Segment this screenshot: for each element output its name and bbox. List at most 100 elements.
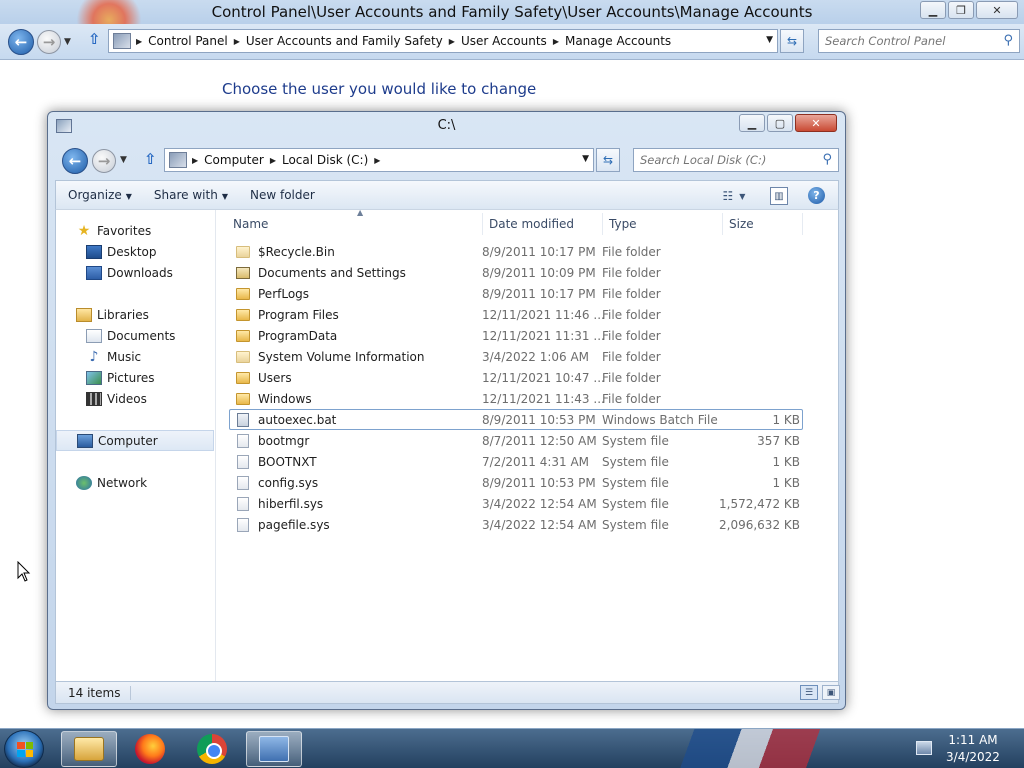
nav-network[interactable]: Network [56,472,214,493]
breadcrumb-local-disk[interactable]: Local Disk (C:) [278,153,372,167]
file-row[interactable]: pagefile.sys 3/4/2022 12:54 AM System file… [229,514,803,535]
file-type: System file [602,475,669,490]
chevron-right-icon[interactable]: ▶ [232,37,242,46]
column-header-date-modified[interactable]: Date modified [483,213,603,235]
file-icon [237,454,249,469]
column-header-name[interactable]: Name ▲ [227,208,483,235]
nav-documents[interactable]: Documents [56,325,214,346]
file-type: File folder [602,244,661,259]
file-type: File folder [602,307,661,322]
refresh-button[interactable]: ⇆ [596,148,620,172]
start-button[interactable] [4,730,44,768]
file-row[interactable]: PerfLogs 8/9/2011 10:17 PM File folder [229,283,803,304]
explorer-search-box[interactable]: ⚲ [633,148,839,172]
close-button[interactable]: ✕ [976,1,1018,19]
file-name: BOOTNXT [258,454,317,469]
network-tray-icon[interactable] [916,741,932,755]
file-date-modified: 3/4/2022 1:06 AM [482,349,590,364]
batch-file-icon [237,412,249,427]
refresh-button[interactable]: ⇆ [780,29,804,53]
nav-pictures[interactable]: Pictures [56,367,214,388]
breadcrumb-control-panel[interactable]: Control Panel [144,34,232,48]
file-row[interactable]: hiberfil.sys 3/4/2022 12:54 AM System file… [229,493,803,514]
chevron-right-icon[interactable]: ▶ [551,37,561,46]
file-type: System file [602,433,669,448]
column-header-size[interactable]: Size [723,213,803,235]
breadcrumb-user-accounts[interactable]: User Accounts [457,34,551,48]
taskbar-windows-explorer[interactable] [61,731,117,767]
file-row[interactable]: bootmgr 8/7/2011 12:50 AM System file 357 K… [229,430,803,451]
system-clock[interactable]: 1:11 AM 3/4/2022 [940,732,1006,766]
explorer-address-box[interactable]: ▶ Computer ▶ Local Disk (C:) ▶ ▼ [164,148,594,172]
file-row[interactable]: autoexec.bat 8/9/2011 10:53 PM Windows Bat… [229,409,803,430]
nav-favorites[interactable]: ★ Favorites [56,220,214,241]
up-icon[interactable]: ⇧ [144,150,157,168]
control-panel-window-buttons: ▁ ❐ ✕ [920,1,1018,19]
recent-pages-dropdown[interactable]: ▼ [64,37,71,47]
file-row[interactable]: Documents and Settings 8/9/2011 10:09 PM F… [229,262,803,283]
large-icons-view-button[interactable]: ▣ [822,685,840,700]
file-type: File folder [602,265,661,280]
minimize-button[interactable]: ▁ [739,114,765,132]
chevron-right-icon[interactable]: ▶ [268,156,278,165]
file-row[interactable]: ProgramData 12/11/2021 11:31 ... File fold… [229,325,803,346]
details-view-button[interactable]: ☰ [800,685,818,700]
chevron-right-icon[interactable]: ▶ [447,37,457,46]
chevron-right-icon[interactable]: ▶ [134,37,144,46]
search-icon[interactable]: ⚲ [822,152,832,167]
close-button[interactable]: ✕ [795,114,837,132]
recent-pages-dropdown[interactable]: ▼ [120,155,127,165]
explorer-search-input[interactable] [640,153,838,167]
windows-logo-icon [17,742,33,757]
chevron-right-icon[interactable]: ▶ [190,156,200,165]
nav-libraries[interactable]: Libraries [56,304,214,325]
control-panel-search-input[interactable] [825,34,1019,48]
address-box[interactable]: ▶ Control Panel ▶ User Accounts and Fami… [108,29,778,53]
file-name: Program Files [258,307,339,322]
nav-music[interactable]: ♪ Music [56,346,214,367]
forward-button[interactable]: → [37,30,61,54]
taskbar-control-panel[interactable] [246,731,302,767]
minimize-button[interactable]: ▁ [920,1,946,19]
control-panel-search-box[interactable]: ⚲ [818,29,1020,53]
nav-downloads[interactable]: Downloads [56,262,214,283]
maximize-button[interactable]: ▢ [767,114,793,132]
help-button[interactable]: ? [808,187,825,204]
organize-button[interactable]: Organize ▼ [56,188,142,202]
chevron-down-icon[interactable]: ▼ [766,35,773,45]
nav-videos[interactable]: Videos [56,388,214,409]
breadcrumb-user-accounts-family-safety[interactable]: User Accounts and Family Safety [242,34,447,48]
documents-icon [86,328,102,343]
file-name: config.sys [258,475,319,490]
file-icon [237,433,249,448]
column-header-type[interactable]: Type [603,213,723,235]
nav-computer[interactable]: Computer [56,430,214,451]
search-icon[interactable]: ⚲ [1003,33,1013,48]
nav-desktop[interactable]: Desktop [56,241,214,262]
chevron-down-icon[interactable]: ▼ [582,154,589,164]
change-view-button[interactable]: ☷ ▼ [718,187,750,205]
restore-button[interactable]: ❐ [948,1,974,19]
nav-label: Downloads [107,265,173,280]
new-folder-button[interactable]: New folder [238,188,325,202]
taskbar-firefox[interactable] [122,731,178,767]
file-row[interactable]: BOOTNXT 7/2/2011 4:31 AM System file 1 KB [229,451,803,472]
forward-button[interactable]: → [92,149,116,173]
back-button[interactable]: ← [8,29,34,55]
file-row[interactable]: System Volume Information 3/4/2022 1:06 A… [229,346,803,367]
taskbar-chrome[interactable] [184,731,240,767]
breadcrumb-computer[interactable]: Computer [200,153,268,167]
preview-pane-button[interactable]: ▥ [770,187,788,205]
breadcrumb-manage-accounts[interactable]: Manage Accounts [561,34,675,48]
back-button[interactable]: ← [62,148,88,174]
firefox-icon [135,734,165,764]
file-row[interactable]: $Recycle.Bin 8/9/2011 10:17 PM File folder [229,241,803,262]
file-row[interactable]: Program Files 12/11/2021 11:46 ... File fo… [229,304,803,325]
share-with-button[interactable]: Share with ▼ [142,188,238,202]
file-row[interactable]: config.sys 8/9/2011 10:53 PM System file 1 … [229,472,803,493]
up-icon[interactable]: ⇧ [88,30,101,48]
file-date-modified: 12/11/2021 11:46 ... [482,307,605,322]
file-row[interactable]: Users 12/11/2021 10:47 ... File folder [229,367,803,388]
chevron-right-icon[interactable]: ▶ [372,156,382,165]
file-row[interactable]: Windows 12/11/2021 11:43 ... File folder [229,388,803,409]
